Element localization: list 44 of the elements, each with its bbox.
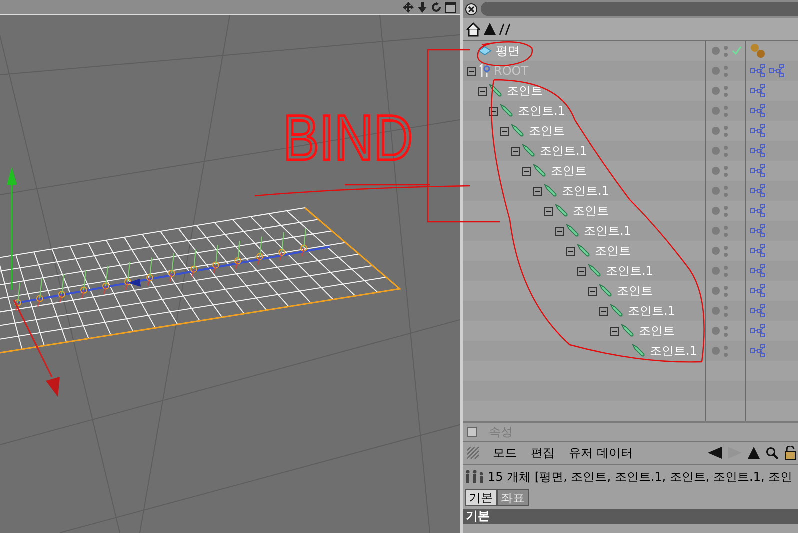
plane-icon — [478, 46, 492, 56]
move-icon[interactable] — [403, 2, 414, 12]
section-header: 기본 — [463, 509, 798, 524]
joint-icon — [621, 324, 635, 338]
null-object-icon — [478, 64, 490, 78]
material-tag-icon[interactable] — [750, 43, 766, 59]
search-icon[interactable] — [766, 446, 779, 460]
layer-dot-icon[interactable] — [712, 47, 720, 55]
joint-icon — [544, 184, 558, 198]
joint-icon — [632, 344, 646, 358]
path-field[interactable] — [481, 2, 798, 16]
joint-icon — [533, 164, 547, 178]
check-icon[interactable] — [732, 46, 742, 56]
joint-icon — [588, 264, 602, 278]
tab[interactable]: 좌표 — [497, 489, 529, 506]
down-arrow-icon[interactable] — [417, 2, 428, 12]
joint-icon — [599, 284, 613, 298]
back-arrow-icon[interactable] — [708, 447, 722, 459]
joint-icon — [489, 84, 503, 98]
annotation-text: BIND — [283, 102, 436, 174]
home-icon[interactable] — [466, 22, 481, 36]
window-icon[interactable] — [445, 2, 456, 12]
joint-icon — [555, 204, 569, 218]
joint-icon — [566, 224, 580, 238]
tab[interactable]: 기본 — [465, 489, 497, 506]
people-icon — [465, 470, 485, 484]
rotate-icon[interactable] — [431, 2, 442, 12]
joint-icon — [577, 244, 591, 258]
lock-icon[interactable] — [785, 446, 796, 460]
joint-icon — [522, 144, 536, 158]
object-name[interactable]: 평면 — [496, 42, 520, 60]
menu-item[interactable]: 모드 — [493, 444, 517, 462]
joint-icon — [500, 104, 514, 118]
visibility-dots-icon[interactable] — [724, 46, 728, 56]
joint-icon — [511, 124, 525, 138]
close-icon[interactable] — [465, 2, 478, 16]
menu-item[interactable]: 편집 — [531, 444, 555, 462]
up-arrow-icon[interactable] — [483, 22, 497, 36]
selection-summary: 15 개체 [평면, 조인트, 조인트.1, 조인트, 조인트.1, 조인 — [488, 468, 793, 486]
up-arrow-icon[interactable] — [748, 447, 760, 459]
menu-item[interactable]: 유저 데이터 — [569, 444, 633, 462]
joint-icon — [610, 304, 624, 318]
grip-icon[interactable] — [467, 447, 479, 459]
panel-checkbox[interactable] — [467, 427, 477, 437]
